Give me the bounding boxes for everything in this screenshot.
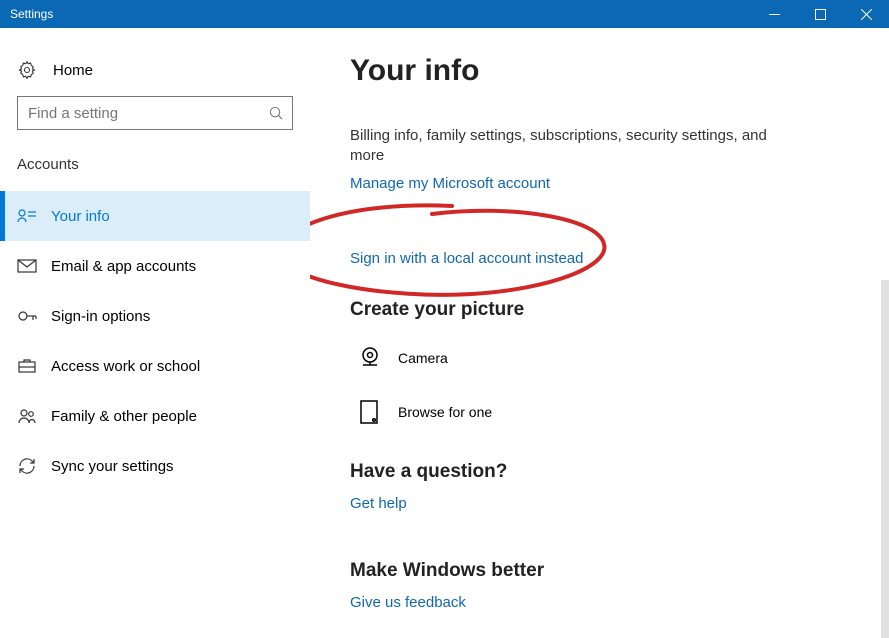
- sidebar-nav-list: Your info Email & app accounts Sign-in o…: [0, 191, 310, 491]
- search-input[interactable]: [28, 105, 269, 122]
- people-icon: [17, 406, 37, 426]
- get-help-link[interactable]: Get help: [350, 495, 407, 512]
- sidebar-item-family[interactable]: Family & other people: [0, 391, 310, 441]
- sidebar-item-label: Sync your settings: [51, 458, 174, 475]
- close-button[interactable]: [843, 0, 889, 28]
- search-box[interactable]: [17, 96, 293, 130]
- home-nav[interactable]: Home: [0, 50, 310, 90]
- camera-option[interactable]: Camera: [350, 345, 829, 371]
- sync-icon: [17, 456, 37, 476]
- camera-icon: [350, 345, 390, 371]
- sidebar-item-email-accounts[interactable]: Email & app accounts: [0, 241, 310, 291]
- sidebar-section-heading: Accounts: [0, 156, 310, 173]
- feedback-link[interactable]: Give us feedback: [350, 594, 466, 611]
- main-panel: Your info Billing info, family settings,…: [310, 28, 889, 638]
- sidebar-item-work-school[interactable]: Access work or school: [0, 341, 310, 391]
- sidebar-item-label: Email & app accounts: [51, 258, 196, 275]
- title-bar: Settings: [0, 0, 889, 28]
- search-icon: [269, 106, 284, 121]
- sidebar-item-label: Sign-in options: [51, 308, 150, 325]
- camera-label: Camera: [398, 350, 448, 366]
- info-description: Billing info, family settings, subscript…: [350, 126, 790, 167]
- maximize-icon: [815, 9, 826, 20]
- maximize-button[interactable]: [797, 0, 843, 28]
- window-controls: [751, 0, 889, 28]
- scrollbar[interactable]: [881, 280, 889, 638]
- envelope-icon: [17, 256, 37, 276]
- gear-icon: [17, 60, 37, 80]
- content-area: Home Accounts Your info Email & app acco…: [0, 28, 889, 638]
- browse-icon: [350, 399, 390, 425]
- browse-label: Browse for one: [398, 404, 492, 420]
- key-icon: [17, 306, 37, 326]
- create-picture-heading: Create your picture: [350, 299, 829, 321]
- search-wrap: [0, 96, 310, 130]
- sidebar-item-your-info[interactable]: Your info: [0, 191, 310, 241]
- picture-options: Camera Browse for one: [350, 345, 829, 425]
- browse-option[interactable]: Browse for one: [350, 399, 829, 425]
- sidebar: Home Accounts Your info Email & app acco…: [0, 28, 310, 638]
- sidebar-item-label: Access work or school: [51, 358, 200, 375]
- person-card-icon: [17, 206, 37, 226]
- question-heading: Have a question?: [350, 461, 829, 483]
- page-title: Your info: [350, 54, 829, 88]
- minimize-icon: [769, 9, 780, 20]
- sidebar-item-signin-options[interactable]: Sign-in options: [0, 291, 310, 341]
- sidebar-item-label: Family & other people: [51, 408, 197, 425]
- sidebar-item-label: Your info: [51, 208, 110, 225]
- make-better-heading: Make Windows better: [350, 560, 829, 582]
- briefcase-icon: [17, 356, 37, 376]
- local-account-link[interactable]: Sign in with a local account instead: [350, 250, 583, 267]
- sidebar-item-sync[interactable]: Sync your settings: [0, 441, 310, 491]
- close-icon: [861, 9, 872, 20]
- manage-account-link[interactable]: Manage my Microsoft account: [350, 175, 550, 192]
- minimize-button[interactable]: [751, 0, 797, 28]
- home-label: Home: [53, 62, 93, 79]
- window-title: Settings: [0, 7, 53, 21]
